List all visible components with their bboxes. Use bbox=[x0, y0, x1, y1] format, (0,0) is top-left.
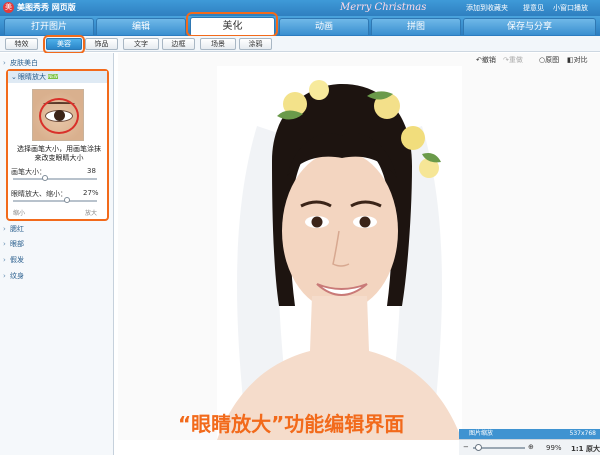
eye-ratio-slider[interactable] bbox=[13, 200, 97, 202]
chevron-right-icon: › bbox=[3, 240, 6, 248]
sidebar-item-wig[interactable]: › 假发 bbox=[0, 254, 114, 266]
subtab-effects[interactable]: 特效 bbox=[5, 38, 38, 50]
photo-canvas[interactable] bbox=[217, 66, 462, 440]
panel-description: 选择画笔大小，用画笔涂抹来改变眼睛大小 bbox=[17, 145, 101, 162]
eye-example-image bbox=[32, 89, 84, 141]
sidebar-item-label: 眼部 bbox=[10, 240, 24, 248]
compare-label: 对比 bbox=[573, 56, 588, 64]
sidebar-item-label: 眼睛放大 bbox=[18, 73, 46, 81]
feature-caption: “眼睛放大”功能编辑界面 bbox=[178, 412, 405, 436]
sidebar: › 皮肤美白 ⌄ 眼睛放大 NEW 选择画笔大小，用画笔涂抹来改变眼睛大小 画笔… bbox=[0, 53, 114, 455]
main-tab-bar: 打开图片 编辑 美化 动画 拼图 保存与分享 bbox=[0, 16, 600, 36]
subtab-beauty[interactable]: 美容 bbox=[46, 38, 82, 50]
chevron-right-icon: › bbox=[3, 59, 6, 67]
undo-label: 撤销 bbox=[481, 56, 496, 64]
sidebar-item-eye-enlarge[interactable]: ⌄ 眼睛放大 NEW bbox=[8, 71, 107, 83]
shrink-hint: 缩小 bbox=[13, 210, 26, 217]
brush-size-slider[interactable] bbox=[13, 178, 97, 180]
brush-size-value: 38 bbox=[87, 167, 96, 175]
new-badge: NEW bbox=[48, 74, 58, 79]
subtab-doodle[interactable]: 涂鸦 bbox=[239, 38, 272, 50]
tab-collage[interactable]: 拼图 bbox=[371, 18, 461, 35]
image-size: 537x768 bbox=[569, 430, 596, 437]
sidebar-item-label: 假发 bbox=[10, 256, 24, 264]
zoom-value: 99% bbox=[546, 444, 562, 452]
zoom-slider-handle[interactable] bbox=[475, 444, 482, 451]
help-link[interactable]: 提意见 bbox=[523, 3, 544, 13]
eye-enlarge-panel: ⌄ 眼睛放大 NEW 选择画笔大小，用画笔涂抹来改变眼睛大小 画笔大小： 38 … bbox=[6, 69, 109, 221]
tab-beautify[interactable]: 美化 bbox=[190, 17, 275, 36]
redo-button[interactable]: ↷重做 bbox=[503, 55, 523, 65]
subtab-text[interactable]: 文字 bbox=[123, 38, 159, 50]
enlarge-hint: 放大 bbox=[85, 210, 98, 217]
original-label: 原图 bbox=[545, 56, 560, 64]
app-logo-icon: 美 bbox=[3, 2, 14, 13]
zoom-out-icon[interactable]: − bbox=[463, 443, 469, 451]
sidebar-item-label: 皮肤美白 bbox=[10, 59, 38, 67]
tab-open-image[interactable]: 打开图片 bbox=[4, 18, 94, 35]
subtab-accessories[interactable]: 饰品 bbox=[85, 38, 118, 50]
christmas-banner: Merry Christmas bbox=[340, 2, 427, 13]
sidebar-item-label: 纹身 bbox=[10, 272, 24, 280]
compare-button[interactable]: ◧对比 bbox=[567, 55, 588, 65]
sidebar-item-blush[interactable]: › 腮红 bbox=[0, 223, 114, 235]
eye-ratio-slider-handle[interactable] bbox=[63, 197, 70, 203]
chevron-right-icon: › bbox=[3, 225, 6, 233]
zoom-panel-header: 图片缩放 537x768 bbox=[459, 429, 600, 439]
chevron-down-icon: ⌄ bbox=[11, 73, 17, 81]
eye-ratio-value: 27% bbox=[83, 189, 99, 197]
eye-ratio-label: 眼睛放大、缩小： bbox=[11, 190, 67, 198]
mini-window-link[interactable]: 小窗口播放 bbox=[553, 3, 588, 13]
sub-toolbar: 特效 美容 饰品 文字 边框 场景 涂鸦 bbox=[0, 36, 600, 52]
zoom-in-icon[interactable]: ⊕ bbox=[528, 443, 534, 451]
title-bar: 美 美图秀秀 网页版 添加到收藏夹 提意见 小窗口播放 bbox=[0, 0, 600, 16]
add-favorite-link[interactable]: 添加到收藏夹 bbox=[466, 3, 508, 13]
sidebar-item-skin-whitening[interactable]: › 皮肤美白 bbox=[0, 57, 114, 69]
zoom-toolbar: − ⊕ 99% 1:1 原大 bbox=[459, 439, 600, 455]
subtab-frame[interactable]: 边框 bbox=[162, 38, 195, 50]
original-button[interactable]: ○原图 bbox=[539, 55, 559, 65]
portrait-photo bbox=[217, 66, 462, 440]
edit-toolbar: ↶撤销 ↷重做 ○原图 ◧对比 bbox=[118, 53, 600, 66]
zoom-title: 图片缩放 bbox=[469, 430, 494, 437]
app-title: 美图秀秀 网页版 bbox=[17, 3, 76, 12]
red-circle-marker bbox=[39, 98, 79, 134]
sidebar-item-eye-area[interactable]: › 眼部 bbox=[0, 238, 114, 250]
subtab-scene[interactable]: 场景 bbox=[200, 38, 236, 50]
chevron-right-icon: › bbox=[3, 272, 6, 280]
redo-label: 重做 bbox=[508, 56, 523, 64]
tab-animation[interactable]: 动画 bbox=[279, 18, 369, 35]
compare-icon: ◧ bbox=[567, 56, 574, 64]
brush-size-label: 画笔大小： bbox=[11, 168, 46, 176]
tab-edit[interactable]: 编辑 bbox=[96, 18, 186, 35]
sidebar-item-label: 腮红 bbox=[10, 225, 24, 233]
brush-size-slider-handle[interactable] bbox=[41, 175, 48, 181]
chevron-right-icon: › bbox=[3, 256, 6, 264]
actual-size-button[interactable]: 1:1 原大 bbox=[571, 444, 600, 454]
tab-save-share[interactable]: 保存与分享 bbox=[463, 18, 596, 35]
sidebar-item-tattoo[interactable]: › 纹身 bbox=[0, 270, 114, 282]
undo-button[interactable]: ↶撤销 bbox=[476, 55, 496, 65]
